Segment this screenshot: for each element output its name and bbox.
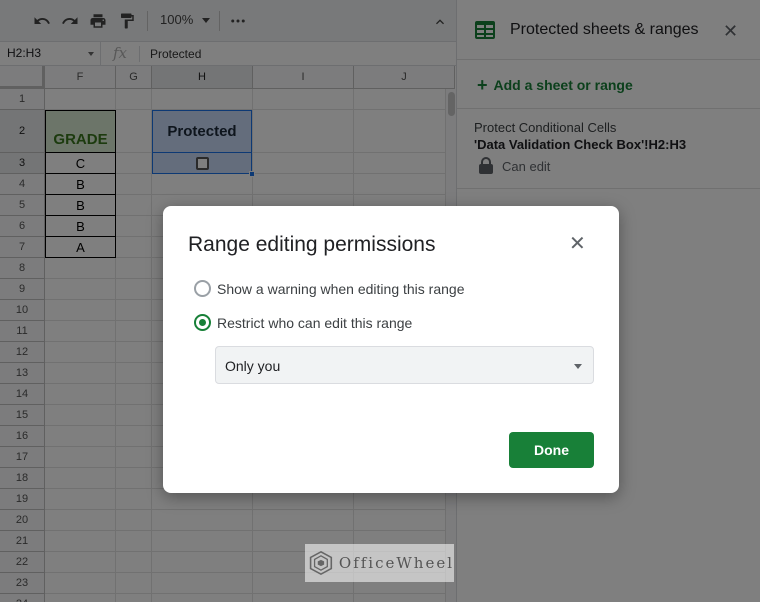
- restrict-radio[interactable]: [194, 314, 211, 331]
- close-icon[interactable]: ✕: [569, 234, 586, 254]
- watermark-text: OfficeWheel: [338, 554, 454, 572]
- permission-dropdown[interactable]: Only you: [215, 346, 594, 384]
- warning-radio[interactable]: [194, 280, 211, 297]
- dialog-title: Range editing permissions: [188, 233, 436, 256]
- restrict-option-label: Restrict who can edit this range: [217, 314, 413, 331]
- warning-option-label: Show a warning when editing this range: [217, 280, 465, 297]
- dropdown-value: Only you: [225, 358, 281, 374]
- officewheel-logo: [309, 550, 333, 576]
- show-warning-option[interactable]: Show a warning when editing this range: [194, 280, 465, 297]
- restrict-edit-option[interactable]: Restrict who can edit this range: [194, 314, 412, 331]
- chevron-down-icon: [574, 364, 582, 369]
- done-button[interactable]: Done: [509, 432, 594, 468]
- range-editing-permissions-dialog: Range editing permissions ✕ Show a warni…: [163, 206, 619, 493]
- watermark: OfficeWheel: [305, 544, 454, 582]
